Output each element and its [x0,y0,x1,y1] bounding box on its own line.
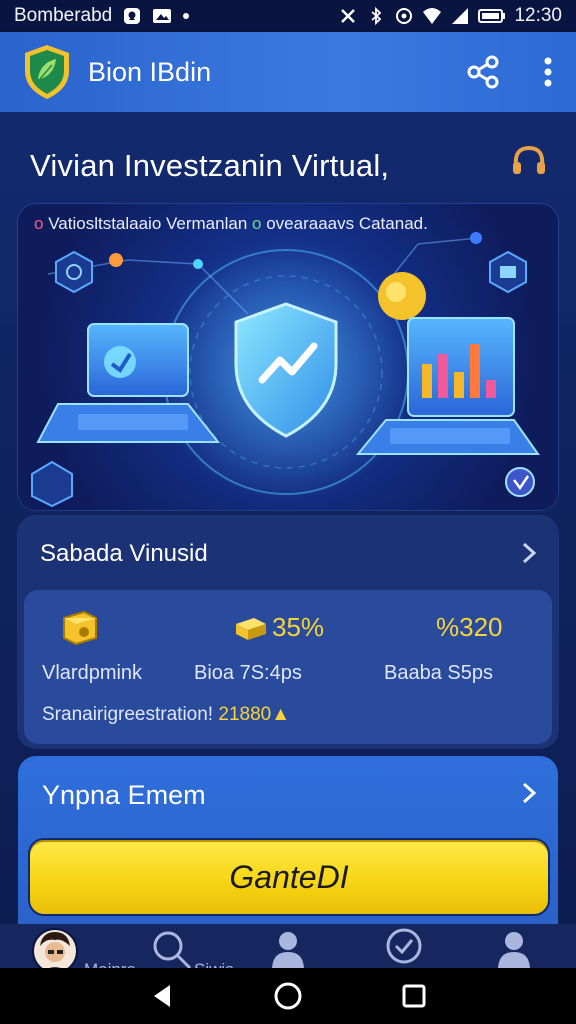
hero-caption: o Vatiosltstalaaio Vermanlan o ovearaaav… [34,214,428,233]
main-content: Vivian Investzanin Virtual, o Vatiosltst… [0,112,576,968]
stats-footer: Sranairigreestration! 21880▲ [42,704,290,726]
nav-label: Siwis [194,960,234,968]
no-signal-icon [341,9,356,23]
share-icon[interactable] [466,54,502,90]
gold-bars-icon [236,618,266,640]
chevron-right-icon[interactable] [518,782,540,804]
nav-item-security[interactable] [384,928,424,968]
status-bar: Bomberabd 12:30 [0,0,576,32]
user-icon [272,932,304,968]
shield-check-icon [386,928,422,964]
nav-item-search[interactable]: Siwis [150,928,234,968]
bottom-nav: Moinre Siwis [0,924,576,968]
nav-label: Moinre [84,960,136,968]
hero-caption-part2: ovearaaavs Catanad. [266,214,428,233]
stats-footer-value: 21880▲ [218,704,291,725]
wifi-icon [423,8,442,24]
hero-caption-part1: Vatiosltstalaaio Vermanlan [48,214,248,233]
more-vert-icon[interactable] [542,56,554,88]
page-title: Vivian Investzanin Virtual, [30,148,390,183]
stat-value: 35% [272,612,325,642]
profile-icon [498,932,530,968]
summary-card[interactable]: Sabada Vinusid Vlardpmink 35% Bioa 7S:4p… [18,516,558,748]
stat-value: %320 [436,612,503,642]
hero-graphic [31,232,540,508]
stat-label: Vlardpmink [42,662,143,684]
stat-label: Baaba S5ps [384,662,493,684]
recents-icon[interactable] [400,982,428,1010]
coin-box-icon [63,610,97,646]
shield-leaf-icon [25,45,69,99]
notification-icon [124,8,141,24]
cell-signal-icon [452,8,469,24]
image-icon [153,9,172,23]
bluetooth-icon [371,7,382,25]
nav-item-account[interactable] [496,928,532,968]
nav-item-profile[interactable]: Moinre [32,928,136,968]
sync-icon [396,8,413,24]
stat-label: Bioa 7S:4ps [194,662,302,684]
dot-icon [183,13,190,19]
nav-item-user[interactable] [270,928,306,968]
app-bar: Bion IBdin [0,32,576,112]
cta-button[interactable]: GanteDI [28,838,550,916]
clock: 12:30 [514,5,562,26]
back-icon[interactable] [148,982,176,1010]
action-card-title: Ynpna Emem [42,780,206,810]
summary-card-title: Sabada Vinusid [40,540,208,567]
home-icon[interactable] [272,980,304,1012]
battery-icon [478,9,506,23]
avatar [32,928,78,968]
chevron-right-icon[interactable] [518,542,540,564]
search-icon [153,931,192,968]
system-nav-bar [0,968,576,1024]
carrier-name: Bomberabd [14,5,113,26]
stats-footer-text: Sranairigreestration! [42,704,214,725]
support-headset-icon[interactable] [510,142,548,180]
app-title: Bion IBdin [88,56,212,87]
stats-panel: Vlardpmink 35% Bioa 7S:4ps %320 Baaba S5… [24,590,552,744]
hero-illustration: o Vatiosltstalaaio Vermanlan o ovearaaav… [18,204,558,510]
